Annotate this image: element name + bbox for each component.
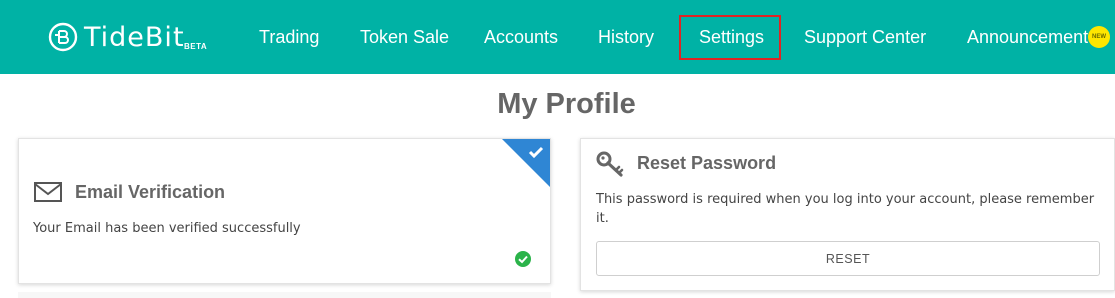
key-icon bbox=[596, 151, 624, 177]
check-circle-icon bbox=[515, 251, 531, 267]
top-nav: TideBit BETA Trading Token Sale Accounts… bbox=[0, 0, 1115, 74]
reset-password-card: Reset Password This password is required… bbox=[580, 138, 1115, 291]
email-card-title: Email Verification bbox=[75, 182, 226, 202]
new-badge: NEW bbox=[1088, 26, 1110, 48]
logo-mark-icon bbox=[48, 22, 78, 52]
brand-beta-tag: BETA bbox=[184, 42, 208, 51]
nav-item-announcement[interactable]: Announcement bbox=[967, 27, 1088, 48]
email-verified-message: Your Email has been verified successfull… bbox=[33, 221, 301, 236]
verified-corner-ribbon bbox=[502, 139, 550, 187]
reset-card-title: Reset Password bbox=[637, 153, 777, 173]
card-below-shadow bbox=[18, 292, 551, 298]
settings-highlight-box bbox=[679, 15, 781, 60]
nav-item-accounts[interactable]: Accounts bbox=[484, 27, 558, 48]
page-title: My Profile bbox=[497, 88, 636, 120]
email-verification-card: Email Verification Your Email has been v… bbox=[18, 138, 551, 284]
envelope-icon bbox=[34, 182, 62, 202]
nav-item-support-center[interactable]: Support Center bbox=[804, 27, 926, 48]
nav-item-history[interactable]: History bbox=[598, 27, 654, 48]
reset-card-description: This password is required when you log i… bbox=[596, 192, 1095, 226]
nav-item-trading[interactable]: Trading bbox=[259, 27, 319, 48]
nav-item-token-sale[interactable]: Token Sale bbox=[360, 27, 449, 48]
reset-button[interactable]: RESET bbox=[596, 241, 1100, 276]
brand-name: TideBit bbox=[84, 22, 185, 53]
